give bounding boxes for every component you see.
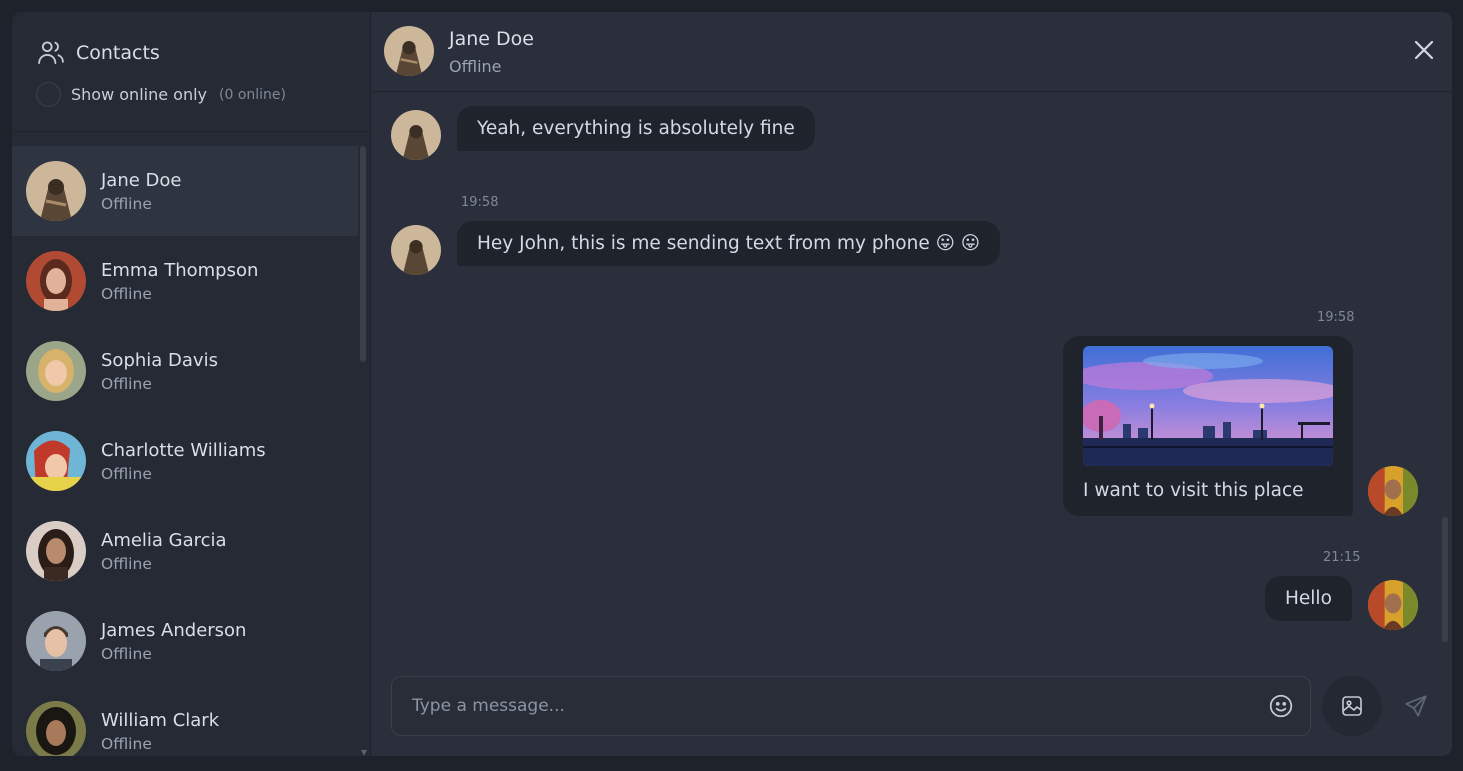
contact-item-james-anderson[interactable]: James Anderson Offline — [12, 596, 358, 686]
contact-name: Sophia Davis — [101, 349, 218, 371]
chat-contact-status: Offline — [449, 57, 502, 76]
avatar — [26, 611, 86, 671]
contact-status: Offline — [101, 734, 152, 753]
contacts-title-row: Contacts — [36, 38, 160, 68]
avatar — [26, 251, 86, 311]
contact-status: Offline — [101, 464, 152, 483]
message-text: Hey John, this is me sending text from m… — [477, 233, 981, 254]
chat-panel: Jane Doe Offline Yeah, everything is abs… — [372, 12, 1452, 756]
contact-status: Offline — [101, 374, 152, 393]
contact-name: Jane Doe — [101, 169, 182, 191]
avatar — [26, 701, 86, 756]
sidebar-scrollbar[interactable] — [360, 146, 366, 362]
message-bubble: Hey John, this is me sending text from m… — [457, 221, 1001, 266]
contact-status: Offline — [101, 554, 152, 573]
message-list: Yeah, everything is absolutely fine 19:5… — [372, 92, 1452, 652]
message-text: Yeah, everything is absolutely fine — [477, 118, 795, 139]
message-bubble: I want to visit this place — [1063, 336, 1353, 516]
contact-status: Offline — [101, 284, 152, 303]
contact-status: Offline — [101, 644, 152, 663]
contact-list: Jane Doe Offline Emma Thompson Offline S… — [12, 146, 358, 756]
smiley-icon[interactable] — [1268, 693, 1294, 719]
attach-image-button[interactable] — [1322, 676, 1382, 736]
message-text: I want to visit this place — [1083, 480, 1304, 501]
avatar — [1368, 466, 1418, 516]
message-time: 19:58 — [461, 195, 499, 210]
avatar — [1368, 580, 1418, 630]
message-input[interactable] — [392, 677, 1252, 734]
message-bubble: Yeah, everything is absolutely fine — [457, 106, 815, 151]
avatar — [26, 521, 86, 581]
chat-scrollbar[interactable] — [1442, 517, 1448, 642]
contacts-sidebar: Contacts Show online only (0 online) Jan… — [12, 12, 371, 756]
chat-header: Jane Doe Offline — [372, 12, 1452, 92]
contact-item-charlotte-williams[interactable]: Charlotte Williams Offline — [12, 416, 358, 506]
message-composer — [391, 676, 1311, 736]
scroll-down-icon[interactable]: ▼ — [361, 748, 367, 756]
avatar — [26, 341, 86, 401]
send-icon — [1405, 695, 1427, 717]
chat-app: Contacts Show online only (0 online) Jan… — [12, 12, 1452, 756]
close-icon[interactable] — [1412, 38, 1436, 62]
show-online-label[interactable]: Show online only — [71, 85, 207, 104]
attached-image[interactable] — [1083, 346, 1333, 466]
contact-item-jane-doe[interactable]: Jane Doe Offline — [12, 146, 358, 236]
image-icon — [1342, 696, 1362, 716]
chat-contact-name: Jane Doe — [449, 28, 534, 50]
message-time: 21:15 — [1323, 550, 1361, 565]
contact-status: Offline — [101, 194, 152, 213]
contact-name: William Clark — [101, 709, 220, 731]
message-text: Hello — [1285, 588, 1332, 609]
message-bubble: Hello — [1265, 576, 1352, 621]
show-online-checkbox[interactable] — [36, 82, 61, 107]
message-time: 19:58 — [1317, 310, 1355, 325]
avatar — [384, 26, 434, 76]
contacts-title: Contacts — [76, 42, 160, 64]
avatar — [391, 225, 441, 275]
contacts-header: Contacts Show online only (0 online) — [12, 12, 370, 132]
avatar — [26, 161, 86, 221]
avatar — [391, 110, 441, 160]
contact-name: James Anderson — [101, 619, 247, 641]
contact-name: Amelia Garcia — [101, 529, 227, 551]
contact-name: Emma Thompson — [101, 259, 259, 281]
contact-item-emma-thompson[interactable]: Emma Thompson Offline — [12, 236, 358, 326]
contact-item-sophia-davis[interactable]: Sophia Davis Offline — [12, 326, 358, 416]
send-button[interactable] — [1392, 682, 1440, 730]
online-filter[interactable]: Show online only (0 online) — [36, 82, 286, 107]
contact-item-amelia-garcia[interactable]: Amelia Garcia Offline — [12, 506, 358, 596]
users-icon — [38, 41, 64, 64]
contact-name: Charlotte Williams — [101, 439, 266, 461]
online-count: (0 online) — [219, 86, 286, 103]
contact-item-william-clark[interactable]: William Clark Offline — [12, 686, 358, 756]
avatar — [26, 431, 86, 491]
